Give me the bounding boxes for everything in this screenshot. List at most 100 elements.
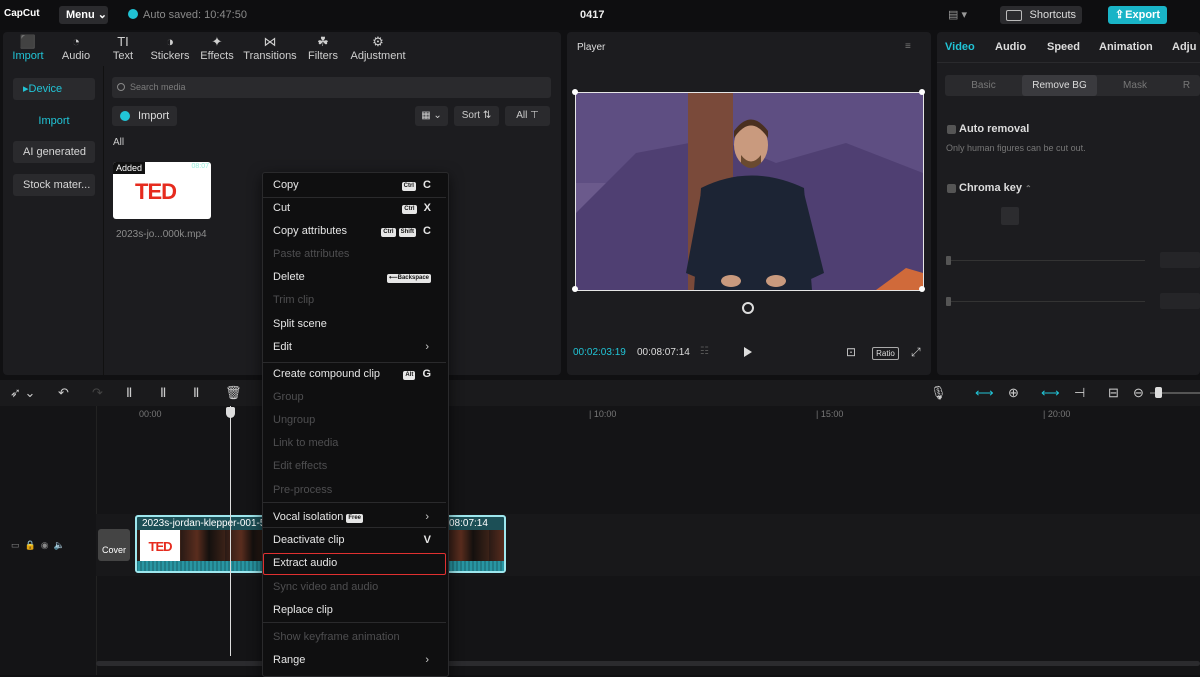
subtab-mask[interactable]: Mask xyxy=(1097,75,1173,96)
menu-item-create-compound-clip[interactable]: Create compound clip Alt G xyxy=(273,368,443,380)
snap-icon[interactable]: ⊣ xyxy=(1074,385,1085,401)
tab-audio[interactable]: Audio xyxy=(995,41,1026,53)
zoom-slider-knob[interactable] xyxy=(1155,387,1162,398)
rotate-icon[interactable] xyxy=(742,302,754,314)
delete-icon[interactable]: 🗑 xyxy=(225,385,242,401)
menu-item-label: Range xyxy=(273,654,306,666)
menu-icon[interactable]: ≡ xyxy=(905,41,915,52)
intensity-slider-knob[interactable] xyxy=(946,256,951,265)
filter-button[interactable]: All ⊤ xyxy=(505,106,550,126)
tab-filters[interactable]: ☘ Filters xyxy=(304,32,342,66)
auto-removal-checkbox[interactable] xyxy=(947,125,956,134)
menu-item-copy-attributes[interactable]: Copy attributes Ctrl Shift C xyxy=(273,225,443,237)
split-left-icon[interactable]: Ⅱ xyxy=(160,385,166,401)
playhead[interactable] xyxy=(230,406,231,656)
resize-handle[interactable] xyxy=(919,89,925,95)
menu-item-replace-clip[interactable]: Replace clip xyxy=(273,604,443,616)
lock-icon[interactable]: 🔒 xyxy=(25,540,36,550)
shortcuts-button[interactable]: Shortcuts xyxy=(1000,6,1082,24)
sidebar-item-stock[interactable]: Stock mater... xyxy=(13,174,95,196)
sidebar-item-import[interactable]: Import xyxy=(13,110,95,132)
menu-item-cut[interactable]: Cut Ctrl X xyxy=(273,202,443,214)
tab-adjustment[interactable]: Adju xyxy=(1172,41,1196,53)
menu-item-edit-effects: Edit effects xyxy=(273,460,443,472)
menu-item-trim-clip: Trim clip xyxy=(273,294,443,306)
menu-item-copy[interactable]: Copy Ctrl C xyxy=(273,179,443,191)
menu-item-deactivate-clip[interactable]: Deactivate clip V xyxy=(273,534,443,546)
tab-label: Import xyxy=(12,50,44,62)
intensity-value-box[interactable] xyxy=(1160,252,1200,268)
subtab-basic[interactable]: Basic xyxy=(945,75,1022,96)
tab-stickers[interactable]: ◑ Stickers xyxy=(150,32,190,66)
link-icon[interactable]: ⊕ xyxy=(1008,385,1019,401)
menu-item-range[interactable]: Range › xyxy=(273,654,443,666)
autosave-text: Auto saved: 10:47:50 xyxy=(143,9,247,21)
shadow-slider-track[interactable] xyxy=(950,301,1145,302)
split-right-icon[interactable]: Ⅱ xyxy=(193,385,199,401)
zoom-out-icon[interactable]: ⊖ xyxy=(1133,385,1144,401)
preview-axis-icon[interactable]: ⟷ xyxy=(1041,385,1060,401)
caption-icon[interactable]: ⊟ xyxy=(1108,385,1119,401)
tab-label: Adjustment xyxy=(350,50,406,62)
resize-handle[interactable] xyxy=(572,286,578,292)
chroma-key-checkbox[interactable] xyxy=(947,184,956,193)
menu-item-ungroup: Ungroup xyxy=(273,414,443,426)
screenshot-icon[interactable]: ⊡ xyxy=(846,345,856,359)
ratio-button[interactable]: Ratio xyxy=(872,347,899,360)
export-button[interactable]: ⇪ Export xyxy=(1108,6,1167,24)
tab-adjustment[interactable]: ⚙ Adjustment xyxy=(347,32,409,66)
tab-text[interactable]: TI Text xyxy=(106,32,140,66)
subtab-more[interactable]: R xyxy=(1173,75,1200,96)
media-thumbnail[interactable]: TED Added 08:07 xyxy=(113,162,211,219)
microphone-icon[interactable]: 🎙 xyxy=(930,385,947,401)
menu-item-split-scene[interactable]: Split scene xyxy=(273,318,443,330)
search-input[interactable]: Search media xyxy=(112,77,551,98)
menu-item-edit[interactable]: Edit › xyxy=(273,341,443,353)
chevron-right-icon: › xyxy=(425,341,429,353)
tab-video[interactable]: Video xyxy=(945,41,975,53)
play-icon[interactable] xyxy=(744,347,752,357)
project-name[interactable]: 0417 xyxy=(580,9,604,21)
playhead-handle[interactable] xyxy=(226,407,235,418)
view-mode-button[interactable]: ▦ ⌄ xyxy=(415,106,448,126)
import-icon: ⬛ xyxy=(19,34,37,49)
keyboard-icon xyxy=(1006,10,1022,21)
chevron-right-icon: › xyxy=(425,511,429,523)
shadow-slider-knob[interactable] xyxy=(946,297,951,306)
tab-speed[interactable]: Speed xyxy=(1047,41,1080,53)
split-icon[interactable]: Ⅱ xyxy=(126,385,132,401)
menu-item-label: Create compound clip xyxy=(273,368,381,380)
subtab-remove-bg[interactable]: Remove BG xyxy=(1022,75,1097,96)
main-track-magnet-icon[interactable]: ⟷ xyxy=(975,385,994,401)
tab-transitions[interactable]: ⋈ Transitions xyxy=(243,32,297,66)
intensity-slider-track[interactable] xyxy=(950,260,1145,261)
layout-icon[interactable]: ▤ ▾ xyxy=(948,8,974,22)
speaker-icon[interactable]: 🔈 xyxy=(54,540,65,550)
timecode-grid-icon[interactable]: ☷ xyxy=(700,346,709,357)
resize-handle[interactable] xyxy=(572,89,578,95)
tab-import[interactable]: ⬛ Import xyxy=(11,32,45,66)
sidebar-item-ai-generated[interactable]: AI generated xyxy=(13,141,95,163)
shadow-value-box[interactable] xyxy=(1160,293,1200,309)
select-tool-icon[interactable]: ➶ ⌄ xyxy=(10,385,35,401)
sort-button[interactable]: Sort ⇅ xyxy=(454,106,499,126)
color-picker[interactable] xyxy=(1001,207,1019,225)
cover-button[interactable]: Cover xyxy=(98,529,130,561)
track-controls: ▭ 🔒 ◉ 🔈 xyxy=(11,540,65,551)
menu-button[interactable]: Menu ⌄ xyxy=(59,6,108,24)
eye-icon[interactable]: ◉ xyxy=(41,540,49,550)
resize-handle[interactable] xyxy=(919,286,925,292)
menu-item-delete[interactable]: Delete ⟵Backspace xyxy=(273,271,443,283)
video-preview[interactable] xyxy=(575,92,924,291)
undo-icon[interactable]: ↶ xyxy=(58,385,69,401)
sidebar-item-device[interactable]: ▸Device xyxy=(13,78,95,100)
tab-audio[interactable]: ◔ Audio xyxy=(59,32,93,66)
tab-animation[interactable]: Animation xyxy=(1099,41,1153,53)
track-toggle-icon[interactable]: ▭ xyxy=(11,540,20,550)
menu-item-vocal-isolation[interactable]: Vocal isolation Free › xyxy=(273,511,443,523)
fullscreen-icon[interactable]: ⤢ xyxy=(911,345,921,360)
cover-label: Cover xyxy=(101,545,126,555)
redo-icon[interactable]: ↷ xyxy=(92,385,103,401)
tab-effects[interactable]: ✦ Effects xyxy=(198,32,236,66)
import-button[interactable]: Import xyxy=(112,106,177,126)
